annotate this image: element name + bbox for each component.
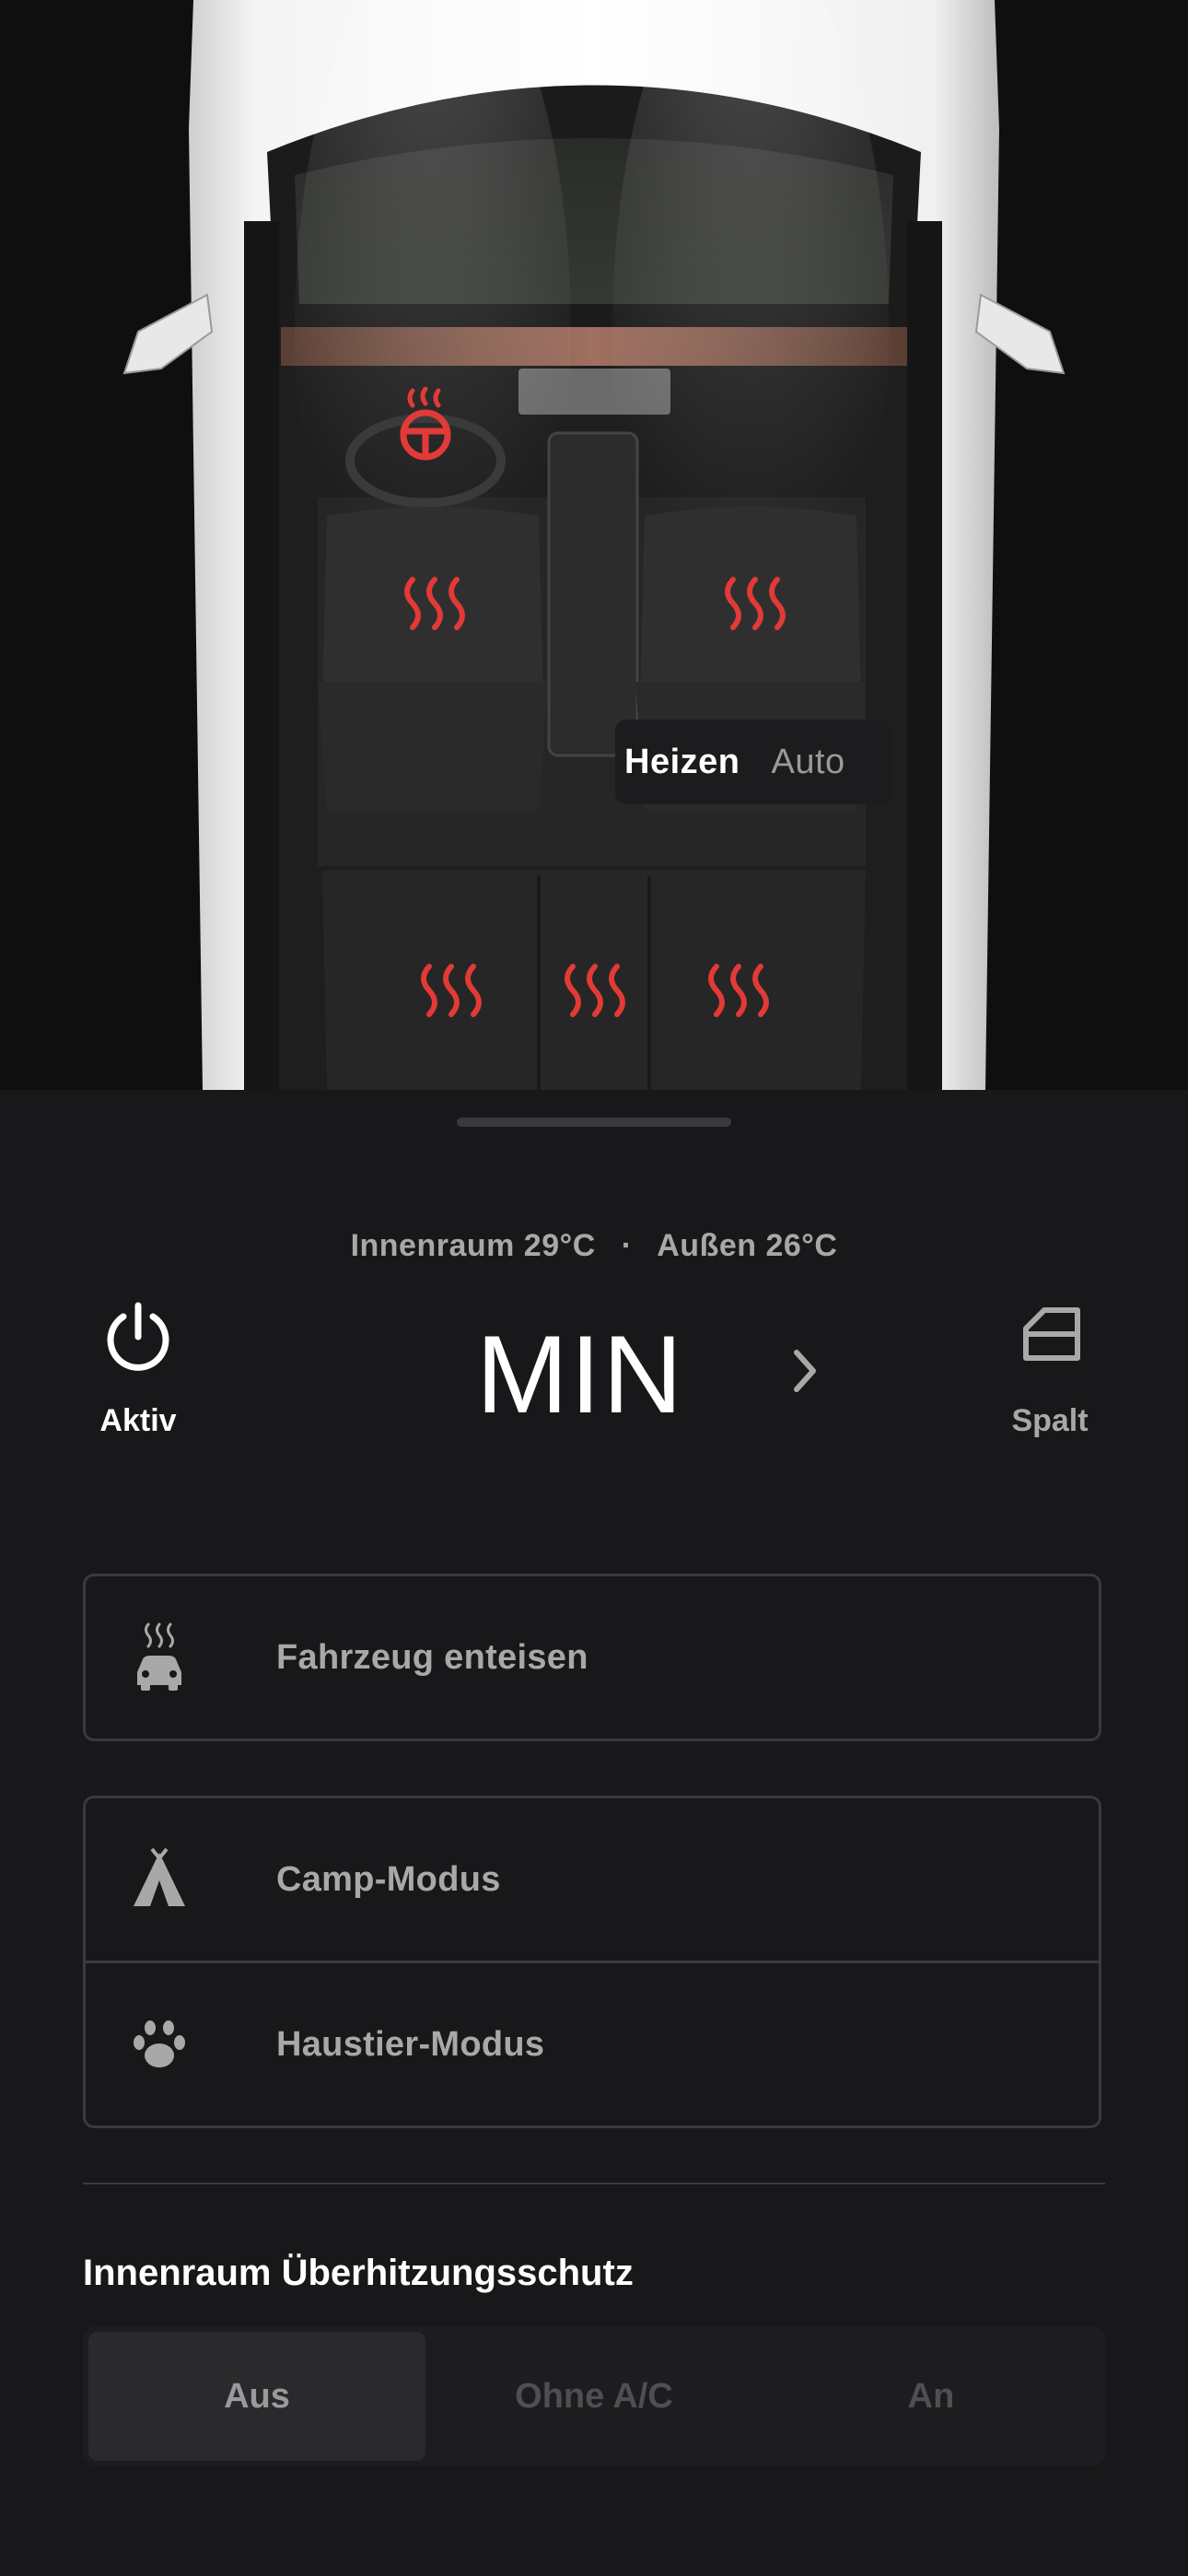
overheat-protection-title: Innenraum Überhitzungsschutz <box>83 2253 634 2293</box>
car-illustration <box>122 0 1066 1090</box>
tent-icon <box>134 1847 185 1906</box>
modes-card: Camp-Modus Haustier-Modus <box>83 1796 1101 2128</box>
defrost-row[interactable]: Fahrzeug enteisen <box>86 1576 1099 1739</box>
climate-mode-heat[interactable]: Heizen <box>624 743 740 782</box>
camp-mode-label: Camp-Modus <box>276 1859 501 1899</box>
climate-sheet: Innenraum 29°C · Außen 26°C Aktiv MIN Sp… <box>0 1090 1188 2576</box>
steering-wheel-heat-icon[interactable] <box>398 387 453 463</box>
car-defrost-icon <box>137 1622 181 1691</box>
defrost-label: Fahrzeug enteisen <box>276 1637 588 1677</box>
climate-mode-auto[interactable]: Auto <box>771 743 844 782</box>
interior-temperature: Innenraum 29°C <box>350 1228 596 1263</box>
overheat-option-off[interactable]: Aus <box>88 2332 425 2461</box>
defrost-card[interactable]: Fahrzeug enteisen <box>83 1574 1101 1741</box>
window-vent-label[interactable]: Spalt <box>995 1403 1105 1439</box>
temperature-status: Innenraum 29°C · Außen 26°C <box>0 1228 1188 1264</box>
exterior-temperature: Außen 26°C <box>657 1228 838 1263</box>
rear-left-seat-heat-icon[interactable] <box>418 963 484 1018</box>
section-divider <box>83 2183 1105 2184</box>
car-top-view: Heizen Auto <box>0 0 1188 1090</box>
overheat-option-on[interactable]: An <box>763 2332 1100 2461</box>
overheat-protection-selector[interactable]: Aus Ohne A/C An <box>83 2326 1105 2466</box>
overheat-option-no-ac[interactable]: Ohne A/C <box>425 2332 763 2461</box>
temperature-setpoint[interactable]: MIN <box>460 1311 700 1438</box>
chevron-right-icon[interactable] <box>787 1343 824 1399</box>
sheet-drag-handle[interactable] <box>457 1118 731 1127</box>
front-left-seat-heat-icon[interactable] <box>402 576 468 631</box>
power-label[interactable]: Aktiv <box>74 1403 203 1439</box>
rear-right-seat-heat-icon[interactable] <box>705 963 772 1018</box>
camp-mode-row[interactable]: Camp-Modus <box>86 1798 1099 1961</box>
paw-icon <box>134 2020 185 2067</box>
power-icon[interactable] <box>92 1293 184 1385</box>
window-vent-icon[interactable] <box>1013 1297 1090 1375</box>
front-right-seat-heat-icon[interactable] <box>722 576 788 631</box>
climate-mode-toggle[interactable]: Heizen Auto <box>615 720 891 804</box>
rear-center-seat-heat-icon[interactable] <box>562 963 628 1018</box>
pet-mode-row[interactable]: Haustier-Modus <box>86 1961 1099 2125</box>
temperature-separator: · <box>621 1228 633 1263</box>
pet-mode-label: Haustier-Modus <box>276 2024 545 2064</box>
